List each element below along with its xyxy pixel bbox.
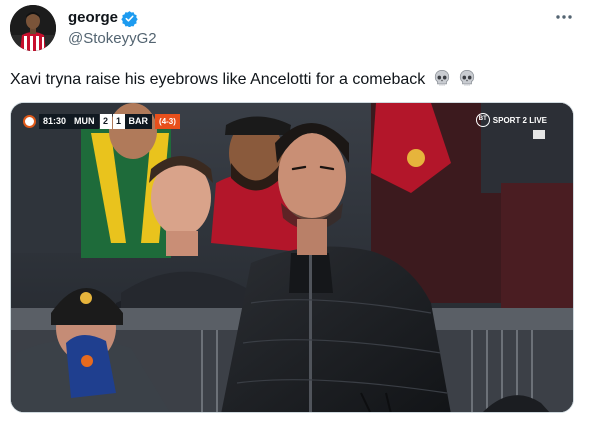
away-team: BAR (124, 114, 153, 129)
away-score: 1 (112, 114, 125, 129)
aggregate-score: (4-3) (155, 114, 180, 129)
more-options-icon[interactable] (555, 14, 573, 20)
stadium-photo (11, 103, 573, 412)
competition-logo-icon (23, 115, 36, 128)
tweet-text: Xavi tryna raise his eyebrows like Ancel… (10, 69, 476, 91)
skull-icon (460, 69, 475, 86)
avatar[interactable] (10, 5, 56, 51)
user-handle[interactable]: @StokeyyG2 (68, 30, 157, 48)
tweet-body: Xavi tryna raise his eyebrows like Ancel… (10, 71, 426, 88)
tweet-media-photo[interactable]: 81:30 MUN 2 1 BAR (4-3) BT SPORT 2 LIVE (10, 102, 574, 413)
channel-name: SPORT 2 LIVE (492, 115, 547, 125)
verified-badge-icon (121, 11, 138, 27)
skull-icon (434, 69, 449, 86)
broadcaster-logo: BT SPORT 2 LIVE (475, 113, 547, 127)
avatar-image (10, 5, 56, 51)
home-team: MUN (70, 114, 99, 129)
home-score: 2 (99, 114, 112, 129)
live-indicator-icon (533, 130, 545, 139)
bt-logo-icon: BT (475, 113, 490, 127)
tweet-card: george @StokeyyG2 Xavi tryna raise his e… (0, 0, 601, 428)
scorebug: 81:30 MUN 2 1 BAR (4-3) (23, 114, 180, 129)
display-name[interactable]: george (68, 8, 118, 28)
match-clock: 81:30 (39, 114, 71, 129)
